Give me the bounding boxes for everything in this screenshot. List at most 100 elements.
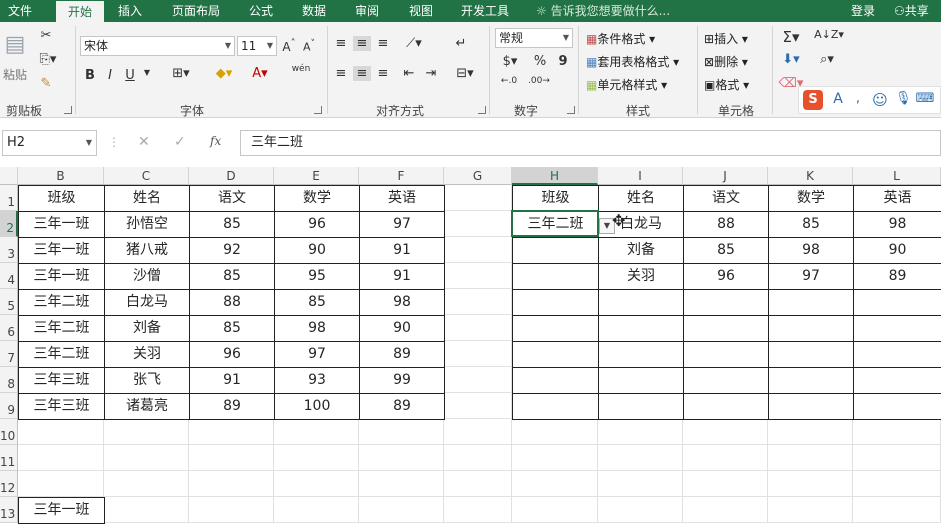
source-data-cell[interactable]: 白龙马 <box>104 289 190 316</box>
align-right-icon[interactable]: ≡ <box>374 66 392 81</box>
cell[interactable] <box>444 341 512 367</box>
cell[interactable] <box>598 471 683 497</box>
source-data-cell[interactable]: 96 <box>274 211 360 238</box>
cell[interactable] <box>853 419 941 445</box>
row-header-3[interactable]: 3 <box>0 237 18 263</box>
column-header-c[interactable]: C <box>104 167 189 185</box>
lookup-data-cell[interactable] <box>853 315 941 342</box>
lookup-data-cell[interactable] <box>512 263 599 290</box>
cell[interactable] <box>274 419 359 445</box>
source-data-cell[interactable]: 88 <box>189 289 275 316</box>
lookup-data-cell[interactable]: 85 <box>683 237 769 264</box>
cell[interactable] <box>598 419 683 445</box>
bold-button[interactable]: B <box>84 68 96 83</box>
source-data-cell[interactable]: 张飞 <box>104 367 190 394</box>
lookup-data-cell[interactable]: 97 <box>768 263 854 290</box>
row-header-2[interactable]: 2 <box>0 211 18 237</box>
cell[interactable] <box>274 471 359 497</box>
row-header-9[interactable]: 9 <box>0 393 18 419</box>
source-header-cell[interactable]: 语文 <box>189 185 275 212</box>
decrease-indent-icon[interactable]: ⇤ <box>400 66 418 81</box>
column-header-k[interactable]: K <box>768 167 853 185</box>
login-link[interactable]: 登录 <box>851 0 875 22</box>
source-data-cell[interactable]: 三年三班 <box>18 393 105 420</box>
source-data-cell[interactable]: 85 <box>189 315 275 342</box>
lookup-data-cell[interactable] <box>512 237 599 264</box>
cell[interactable] <box>359 471 444 497</box>
cell[interactable] <box>444 419 512 445</box>
cell[interactable] <box>444 289 512 315</box>
cell[interactable] <box>768 471 853 497</box>
worksheet-grid[interactable]: BCDEFGHIJKL 1 2 3 4 5 6 7 8 9 10 11 12 13 班级 姓名 语文 数学 英语… <box>0 167 941 527</box>
source-data-cell[interactable]: 关羽 <box>104 341 190 368</box>
row-header-11[interactable]: 11 <box>0 445 18 471</box>
source-data-cell[interactable]: 91 <box>189 367 275 394</box>
italic-button[interactable]: I <box>104 68 116 83</box>
font-launcher-icon[interactable] <box>314 106 322 114</box>
cell[interactable] <box>444 211 512 237</box>
number-format-select[interactable]: 常规 ▼ <box>495 28 573 48</box>
lookup-header-cell[interactable]: 班级 <box>512 185 599 212</box>
microphone-icon[interactable]: 🎙 <box>895 91 912 106</box>
source-data-cell[interactable]: 三年一班 <box>18 211 105 238</box>
cell[interactable] <box>189 419 274 445</box>
fill-icon[interactable]: ⬇▾ <box>778 52 804 67</box>
lookup-data-cell[interactable]: 89 <box>853 263 941 290</box>
wrap-text-icon[interactable]: ↵ <box>452 36 470 51</box>
cell[interactable] <box>768 445 853 471</box>
source-data-cell[interactable]: 孙悟空 <box>104 211 190 238</box>
column-header-b[interactable]: B <box>18 167 104 185</box>
cell[interactable] <box>444 497 512 523</box>
autosum-icon[interactable]: Σ▾ <box>778 28 804 46</box>
lookup-data-cell[interactable]: 88 <box>683 211 769 238</box>
source-data-cell[interactable]: 三年一班 <box>18 237 105 264</box>
source-data-cell[interactable]: 98 <box>359 289 445 316</box>
cell[interactable] <box>683 471 768 497</box>
lookup-data-cell[interactable] <box>768 341 854 368</box>
chevron-down-icon[interactable]: ▼ <box>142 68 152 77</box>
lookup-data-cell[interactable] <box>683 341 769 368</box>
cell[interactable] <box>104 445 189 471</box>
cell[interactable] <box>104 471 189 497</box>
lookup-header-cell[interactable]: 姓名 <box>598 185 684 212</box>
lookup-data-cell[interactable] <box>512 367 599 394</box>
cell[interactable] <box>189 471 274 497</box>
lookup-data-cell[interactable]: 三年二班 <box>512 211 599 238</box>
row-header-7[interactable]: 7 <box>0 341 18 367</box>
lookup-data-cell[interactable]: 85 <box>768 211 854 238</box>
source-data-cell[interactable]: 三年二班 <box>18 341 105 368</box>
lookup-data-cell[interactable] <box>598 367 684 394</box>
source-data-cell[interactable]: 91 <box>359 263 445 290</box>
accounting-format-icon[interactable]: $▾ <box>497 54 523 69</box>
lookup-data-cell[interactable] <box>683 393 769 420</box>
column-header-f[interactable]: F <box>359 167 444 185</box>
cell[interactable] <box>512 419 598 445</box>
merge-center-icon[interactable]: ⊟▾ <box>452 66 478 81</box>
cell[interactable] <box>853 471 941 497</box>
lookup-data-cell[interactable] <box>853 367 941 394</box>
lookup-data-cell[interactable]: 关羽 <box>598 263 684 290</box>
lookup-header-cell[interactable]: 英语 <box>853 185 941 212</box>
paste-icon[interactable]: ▤ <box>4 32 26 62</box>
row-header-6[interactable]: 6 <box>0 315 18 341</box>
select-all-corner[interactable] <box>0 167 18 185</box>
source-data-cell[interactable]: 三年二班 <box>18 315 105 342</box>
source-data-cell[interactable]: 97 <box>274 341 360 368</box>
cell[interactable] <box>444 315 512 341</box>
tab-formulas[interactable]: 公式 <box>238 0 284 22</box>
source-data-cell[interactable]: 85 <box>189 211 275 238</box>
cell[interactable] <box>18 445 104 471</box>
font-name-select[interactable]: 宋体 ▼ <box>80 36 235 56</box>
cell[interactable] <box>853 497 941 523</box>
row-header-13[interactable]: 13 <box>0 497 18 523</box>
insert-function-button[interactable]: fx <box>210 134 221 148</box>
cell[interactable] <box>444 393 512 419</box>
cell-styles-button[interactable]: ▦单元格样式 ▾ <box>586 76 667 93</box>
punctuation-icon[interactable]: , <box>851 91 865 106</box>
tab-developer[interactable]: 开发工具 <box>452 0 518 22</box>
lookup-data-cell[interactable] <box>853 393 941 420</box>
format-as-table-button[interactable]: ▦套用表格格式 ▾ <box>586 53 679 70</box>
copy-icon[interactable]: ⎘▾ <box>38 52 58 67</box>
borders-icon[interactable]: ⊞▾ <box>168 66 194 81</box>
align-bottom-icon[interactable]: ≡ <box>374 36 392 51</box>
